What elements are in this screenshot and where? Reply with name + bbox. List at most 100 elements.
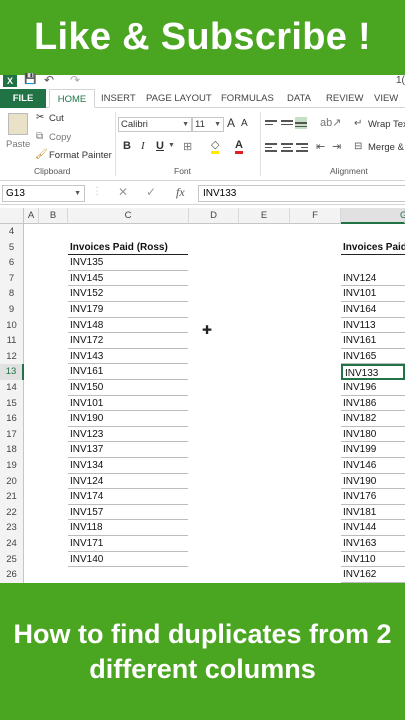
align-center-icon[interactable] xyxy=(281,141,293,153)
row-header[interactable]: 18 xyxy=(0,442,24,458)
italic-button[interactable]: I xyxy=(141,140,145,152)
column-g-cell[interactable]: INV162 xyxy=(341,567,405,583)
column-c-cell[interactable]: INV171 xyxy=(68,536,188,552)
select-all-corner[interactable] xyxy=(0,208,24,224)
column-c-cell[interactable]: INV134 xyxy=(68,458,188,474)
column-g-cell[interactable]: INV144 xyxy=(341,520,405,536)
column-g-cell[interactable]: INV196 xyxy=(341,380,405,396)
format-painter-button[interactable]: Format Painter xyxy=(49,150,112,161)
wrap-text-button[interactable]: Wrap Tex xyxy=(368,119,405,130)
column-c-cell[interactable]: INV148 xyxy=(68,318,188,334)
column-c-cell[interactable]: INV137 xyxy=(68,442,188,458)
column-c-header-cell[interactable]: Invoices Paid (Ross) xyxy=(68,240,188,256)
merge-icon[interactable]: ⊟ xyxy=(354,141,362,152)
row-header[interactable]: 17 xyxy=(0,426,24,443)
row-header[interactable]: 24 xyxy=(0,536,24,552)
row-header[interactable]: 13 xyxy=(0,364,24,380)
column-g-cell[interactable]: INV101 xyxy=(341,286,405,302)
row-header[interactable]: 9 xyxy=(0,302,24,318)
row-header[interactable]: 6 xyxy=(0,255,24,271)
column-header-a[interactable]: A xyxy=(24,208,39,224)
cut-button[interactable]: Cut xyxy=(49,113,64,124)
column-g-cell[interactable]: INV182 xyxy=(341,411,405,427)
enter-icon[interactable]: ✓ xyxy=(146,185,156,199)
decrease-indent-icon[interactable]: ⇤ xyxy=(316,140,325,153)
column-g-cell[interactable]: INV190 xyxy=(341,474,405,490)
borders-icon[interactable]: ⊞ xyxy=(183,140,192,153)
column-header-d[interactable]: D xyxy=(189,208,239,224)
column-c-cell[interactable]: INV135 xyxy=(68,255,188,271)
column-g-cell[interactable]: INV165 xyxy=(341,349,405,365)
tab-review[interactable]: REVIEW xyxy=(326,89,363,108)
column-g-cell[interactable]: INV181 xyxy=(341,505,405,521)
underline-button[interactable]: U xyxy=(156,140,164,152)
row-header[interactable]: 10 xyxy=(0,317,24,334)
tab-data[interactable]: DATA xyxy=(287,89,311,108)
column-g-cell[interactable]: INV186 xyxy=(341,396,405,412)
font-name-select[interactable]: Calibri ▼ xyxy=(118,117,192,132)
column-g-cell[interactable]: INV110 xyxy=(341,552,405,568)
row-header[interactable]: 5 xyxy=(0,239,24,256)
column-c-cell[interactable]: INV179 xyxy=(68,302,188,318)
active-cell[interactable]: INV133 xyxy=(341,364,405,380)
scissors-icon[interactable]: ✂ xyxy=(36,112,44,123)
row-header[interactable]: 22 xyxy=(0,504,24,521)
tab-home[interactable]: HOME xyxy=(49,89,95,108)
row-header[interactable]: 16 xyxy=(0,411,24,427)
column-c-cell[interactable]: INV174 xyxy=(68,489,188,505)
column-g-cell[interactable]: INV180 xyxy=(341,427,405,443)
column-c-cell[interactable]: INV124 xyxy=(68,474,188,490)
drag-handle-icon[interactable]: ⋮ xyxy=(92,186,102,197)
column-g-cell[interactable]: INV163 xyxy=(341,536,405,552)
merge-button[interactable]: Merge & xyxy=(368,142,404,153)
column-c-cell[interactable]: INV157 xyxy=(68,505,188,521)
row-header[interactable]: 4 xyxy=(0,224,24,240)
row-header[interactable]: 15 xyxy=(0,395,24,412)
align-left-icon[interactable] xyxy=(265,141,277,153)
tab-insert[interactable]: INSERT xyxy=(101,89,136,108)
column-g-cell[interactable]: INV199 xyxy=(341,442,405,458)
column-c-cell[interactable]: INV190 xyxy=(68,411,188,427)
column-c-cell[interactable]: INV172 xyxy=(68,333,188,349)
column-c-cell[interactable]: INV140 xyxy=(68,552,188,568)
insert-function-icon[interactable]: fx xyxy=(176,185,185,200)
copy-icon[interactable]: ⧉ xyxy=(36,131,43,142)
column-g-cell[interactable]: INV146 xyxy=(341,458,405,474)
align-middle-icon[interactable] xyxy=(281,118,293,130)
align-right-icon[interactable] xyxy=(296,141,308,153)
font-color-icon[interactable]: A xyxy=(235,140,243,154)
cancel-icon[interactable]: ✕ xyxy=(118,185,128,199)
row-header[interactable]: 19 xyxy=(0,458,24,474)
fill-color-icon[interactable]: ◇ xyxy=(211,140,220,154)
row-header[interactable]: 26 xyxy=(0,567,24,583)
column-g-cell[interactable]: INV176 xyxy=(341,489,405,505)
save-icon[interactable]: 💾 xyxy=(24,74,36,85)
row-header[interactable]: 11 xyxy=(0,333,24,349)
row-header[interactable]: 20 xyxy=(0,473,24,490)
column-c-cell[interactable]: INV123 xyxy=(68,427,188,443)
paste-button[interactable]: Paste xyxy=(6,139,30,150)
tab-page-layout[interactable]: PAGE LAYOUT xyxy=(146,89,212,108)
row-header[interactable]: 7 xyxy=(0,270,24,287)
column-header-f[interactable]: F xyxy=(290,208,341,224)
redo-icon[interactable]: ↷ xyxy=(70,73,80,87)
column-c-cell[interactable]: INV143 xyxy=(68,349,188,365)
column-header-b[interactable]: B xyxy=(39,208,68,224)
row-header[interactable]: 12 xyxy=(0,348,24,365)
align-bottom-icon[interactable] xyxy=(295,117,307,129)
grow-font-button[interactable]: A xyxy=(227,116,235,130)
tab-view[interactable]: VIEW xyxy=(374,89,398,108)
orientation-icon[interactable]: ab↗ xyxy=(320,116,341,129)
column-g-header-cell[interactable]: Invoices Paid xyxy=(341,240,405,256)
wrap-text-icon[interactable]: ↵ xyxy=(354,118,362,129)
column-g-cell[interactable]: INV113 xyxy=(341,318,405,334)
align-top-icon[interactable] xyxy=(265,118,277,130)
column-c-cell[interactable]: INV150 xyxy=(68,380,188,396)
paste-icon[interactable] xyxy=(8,113,28,135)
row-header[interactable]: 25 xyxy=(0,551,24,568)
shrink-font-button[interactable]: A xyxy=(241,118,248,129)
column-c-cell[interactable]: INV152 xyxy=(68,286,188,302)
row-header[interactable]: 14 xyxy=(0,380,24,396)
increase-indent-icon[interactable]: ⇥ xyxy=(332,140,341,153)
column-g-cell[interactable]: INV124 xyxy=(341,271,405,287)
